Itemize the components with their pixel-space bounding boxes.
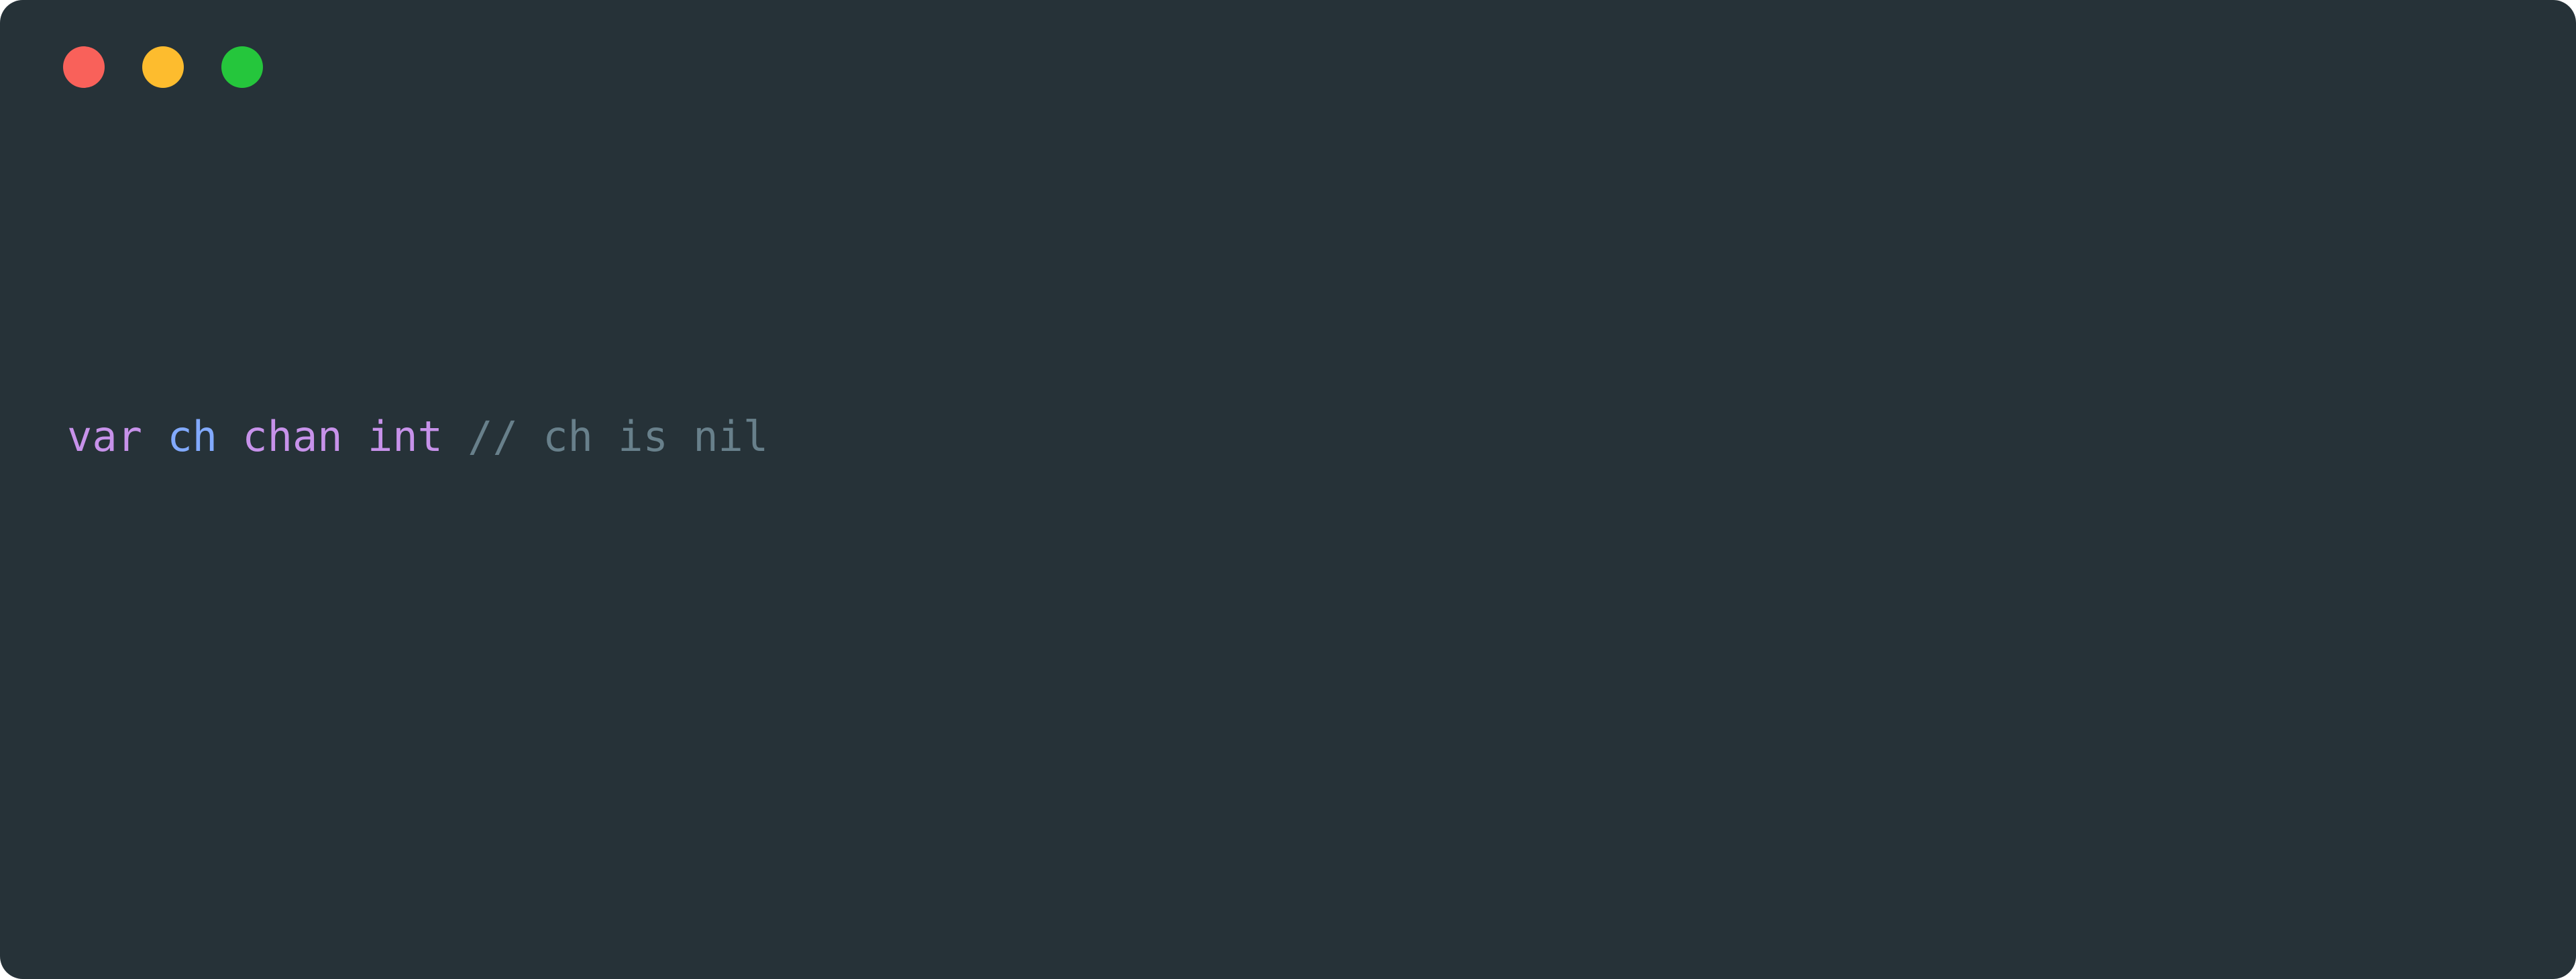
- maximize-button[interactable]: [221, 46, 263, 88]
- comment-ch-is-nil: // ch is nil: [468, 412, 769, 461]
- keyword-int: int: [367, 412, 443, 461]
- identifier-ch: ch: [167, 412, 217, 461]
- code-block[interactable]: var ch chan int // ch is nil go func() {…: [0, 132, 2576, 979]
- keyword-chan: chan: [242, 412, 343, 461]
- close-button[interactable]: [63, 46, 105, 88]
- code-window: var ch chan int // ch is nil go func() {…: [0, 0, 2576, 979]
- window-titlebar: [0, 0, 2576, 134]
- keyword-var: var: [67, 412, 142, 461]
- code-line-1: var ch chan int // ch is nil: [67, 393, 2576, 480]
- minimize-button[interactable]: [142, 46, 184, 88]
- code-line-2-blank: [67, 742, 2576, 829]
